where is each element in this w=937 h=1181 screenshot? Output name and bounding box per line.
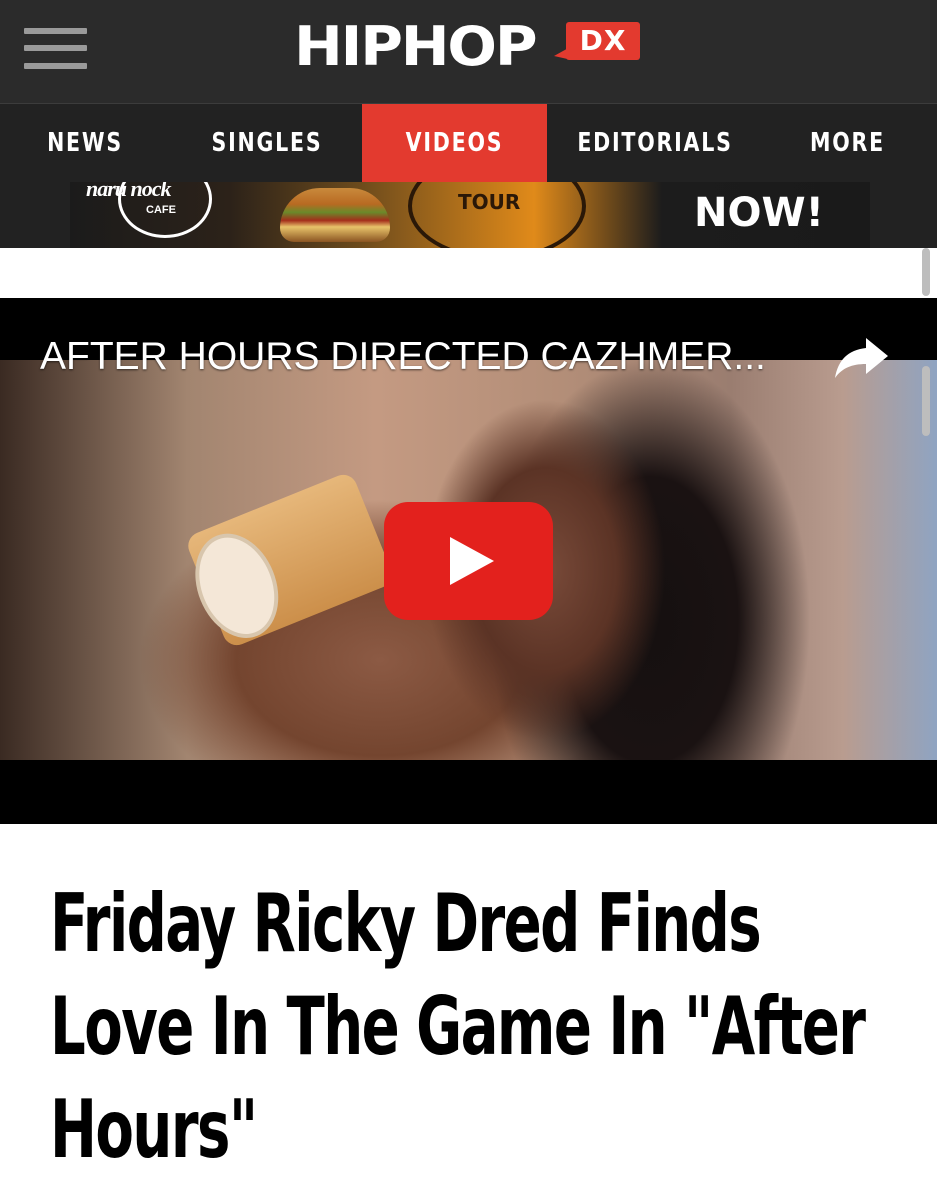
ad-brand-label: CAFE [146,204,176,216]
nav-item-videos[interactable]: VIDEOS [362,104,547,182]
ad-banner[interactable]: naru nock CAFE TOUR NOW! [70,182,870,248]
main-nav: NEWS SINGLES VIDEOS EDITORIALS MORE [0,104,937,182]
nav-item-singles[interactable]: SINGLES [201,104,333,182]
page-scrollbar[interactable] [922,248,930,296]
ad-burger-image [280,188,390,242]
video-cup-shape [184,470,396,650]
video-player[interactable]: AFTER HOURS DIRECTED CAZHMER... [0,298,937,824]
nav-item-news[interactable]: NEWS [28,104,142,182]
video-scrollbar[interactable] [922,366,930,436]
site-logo[interactable]: HIPHOP DX [294,16,654,76]
logo-badge: DX [554,22,640,60]
site-header: HIPHOP DX [0,0,937,104]
play-icon[interactable] [384,502,553,620]
ad-strip: naru nock CAFE TOUR NOW! [0,182,937,248]
article-title: Friday Ricky Dred Finds Love In The Game… [50,877,866,1176]
share-arrow-icon[interactable] [832,334,890,380]
video-title[interactable]: AFTER HOURS DIRECTED CAZHMER... [40,330,840,384]
ad-tour-text: TOUR [458,190,521,214]
nav-item-videos-label: VIDEOS [405,128,504,158]
nav-item-more[interactable]: MORE [797,104,898,182]
ad-brand-text: naru nock [86,182,172,201]
nav-item-editorials[interactable]: EDITORIALS [576,104,734,182]
hamburger-menu-icon[interactable] [24,28,88,72]
ad-cta-text: NOW! [694,190,824,236]
logo-text: HIPHOP [294,15,538,78]
